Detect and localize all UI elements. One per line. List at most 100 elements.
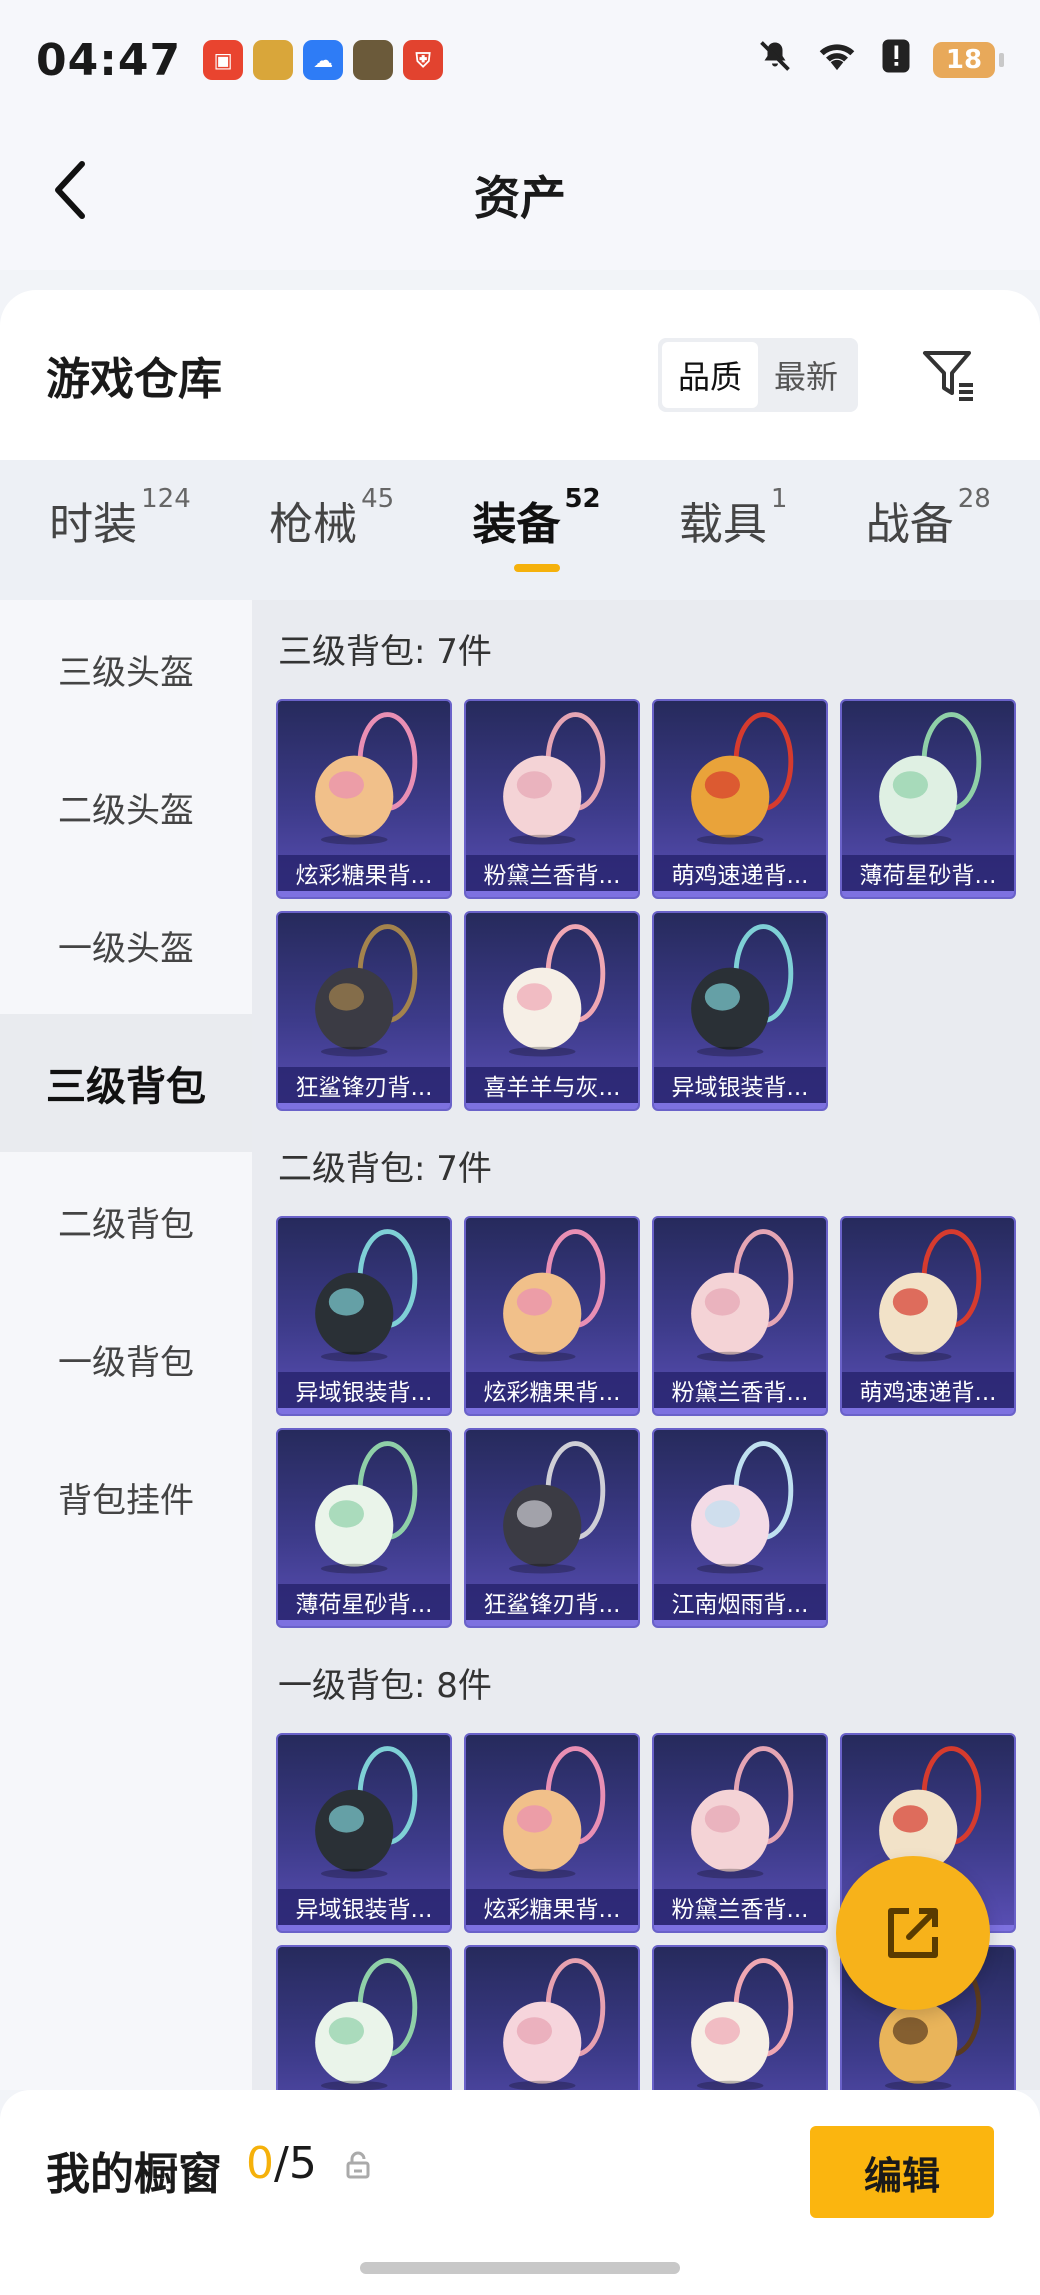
backpack-card[interactable]	[652, 1945, 828, 2090]
sort-by-newest-button[interactable]: 最新	[758, 342, 854, 408]
home-indicator[interactable]	[360, 2262, 680, 2274]
section-title: 一级背包: 8件	[278, 1666, 492, 1706]
sidebar-item-3[interactable]: 三级背包	[0, 1014, 252, 1152]
battery-indicator: 18	[933, 42, 1004, 78]
battery-level: 18	[933, 42, 995, 78]
share-button[interactable]	[836, 1856, 990, 2010]
nav-bar: 资产	[0, 120, 1040, 270]
sidebar-item-2[interactable]: 一级头盔	[0, 876, 252, 1014]
backpack-image	[691, 1746, 794, 1879]
tab-0[interactable]: 时装 124	[49, 484, 191, 572]
showcase-label: 我的橱窗	[46, 2149, 222, 2200]
tab-label: 枪械	[269, 499, 358, 550]
sidebar-item-1[interactable]: 二级头盔	[0, 738, 252, 876]
backpack-image	[503, 1958, 606, 2090]
page-title: 资产	[474, 171, 566, 225]
backpack-card[interactable]: 异域银装背...	[652, 911, 828, 1111]
filter-icon[interactable]	[914, 340, 984, 410]
backpack-image	[315, 1229, 418, 1362]
backpack-card[interactable]: 江南烟雨背...	[652, 1428, 828, 1628]
edit-button[interactable]: 编辑	[810, 2126, 994, 2218]
tab-1[interactable]: 枪械 45	[269, 484, 394, 572]
back-arrow-icon[interactable]	[40, 150, 100, 230]
tab-4[interactable]: 战备 28	[866, 484, 991, 572]
backpack-image	[503, 1746, 606, 1879]
item-name: 炫彩糖果背...	[466, 1889, 638, 1925]
backpack-image	[503, 1441, 606, 1574]
category-tabs: 时装 124 枪械 45 装备 52 载具 1 战备 28	[0, 460, 1040, 600]
item-name: 喜羊羊与灰...	[466, 1067, 638, 1103]
active-tab-indicator	[513, 564, 560, 572]
backpack-card[interactable]: 薄荷星砂背...	[276, 1428, 452, 1628]
backpack-card[interactable]	[464, 1945, 640, 2090]
backpack-card[interactable]: 萌鸡速递背...	[652, 699, 828, 899]
backpack-image	[879, 712, 982, 845]
item-name: 粉黛兰香背...	[654, 1889, 826, 1925]
backpack-card[interactable]: 粉黛兰香背...	[652, 1733, 828, 1933]
sidebar: 三级头盔 二级头盔 一级头盔 三级背包 二级背包 一级背包 背包挂件	[0, 600, 252, 2090]
item-name: 炫彩糖果背...	[278, 855, 450, 891]
showcase-count: 0/5	[246, 2138, 317, 2189]
item-grid: 异域银装背... 炫彩糖果背... 粉黛兰香背... 萌鸡速递背... 薄荷星砂背...…	[276, 1216, 1040, 1628]
alert-icon	[881, 38, 911, 83]
backpack-card[interactable]: 狂鲨锋刃背...	[464, 1428, 640, 1628]
backpack-card[interactable]: 炫彩糖果背...	[464, 1733, 640, 1933]
tab-2[interactable]: 装备 52	[472, 484, 601, 572]
item-name: 萌鸡速递背...	[654, 855, 826, 891]
backpack-card[interactable]: 狂鲨锋刃背...	[276, 911, 452, 1111]
backpack-image	[879, 1229, 982, 1362]
recorder-app-icon: ▣	[203, 40, 244, 80]
backpack-card[interactable]	[276, 1945, 452, 2090]
pubg-app-icon	[353, 40, 394, 80]
tab-label: 时装	[49, 499, 138, 550]
backpack-image	[503, 1229, 606, 1362]
backpack-image	[503, 924, 606, 1057]
backpack-card[interactable]: 喜羊羊与灰...	[464, 911, 640, 1111]
notification-app-icons: ▣ ☁ ⛨	[203, 40, 444, 80]
sidebar-item-4[interactable]: 二级背包	[0, 1152, 252, 1290]
backpack-card[interactable]: 炫彩糖果背...	[464, 1216, 640, 1416]
share-icon	[888, 1908, 938, 1958]
lock-icon	[345, 2150, 371, 2184]
backpack-card[interactable]: 异域银装背...	[276, 1216, 452, 1416]
sort-by-quality-button[interactable]: 品质	[661, 342, 758, 408]
game-app-icon	[253, 40, 294, 80]
item-name: 异域银装背...	[278, 1372, 450, 1408]
backpack-image	[315, 1441, 418, 1574]
system-icons: 18	[757, 38, 1004, 83]
backpack-image	[315, 1958, 418, 2090]
backpack-image	[691, 1441, 794, 1574]
backpack-image	[315, 924, 418, 1057]
security-app-icon: ⛨	[403, 40, 444, 80]
section-title: 二级背包: 7件	[278, 1149, 492, 1189]
item-name: 炫彩糖果背...	[466, 1372, 638, 1408]
backpack-card[interactable]: 萌鸡速递背...	[840, 1216, 1016, 1416]
backpack-image	[691, 1958, 794, 2090]
section-title: 三级背包: 7件	[278, 632, 492, 672]
backpack-image	[691, 1229, 794, 1362]
warehouse-title: 游戏仓库	[46, 354, 222, 405]
sidebar-item-0[interactable]: 三级头盔	[0, 600, 252, 738]
tab-label: 载具	[678, 499, 767, 550]
backpack-image	[691, 924, 794, 1057]
battery-tip	[999, 53, 1004, 67]
backpack-image	[315, 1746, 418, 1879]
backpack-card[interactable]: 异域银装背...	[276, 1733, 452, 1933]
backpack-card[interactable]: 粉黛兰香背...	[464, 699, 640, 899]
tab-count: 45	[361, 484, 395, 514]
sidebar-item-6[interactable]: 背包挂件	[0, 1428, 252, 1566]
tab-3[interactable]: 载具 1	[678, 484, 788, 572]
item-name: 粉黛兰香背...	[466, 855, 638, 891]
backpack-card[interactable]: 炫彩糖果背...	[276, 699, 452, 899]
item-grid: 炫彩糖果背... 粉黛兰香背... 萌鸡速递背... 薄荷星砂背... 狂鲨锋刃背...…	[276, 699, 1040, 1111]
status-bar: 04:47 ▣ ☁ ⛨ 18	[0, 0, 1040, 120]
backpack-image	[503, 712, 606, 845]
showcase-current: 0	[246, 2138, 274, 2189]
tab-label: 装备	[472, 499, 561, 550]
item-name: 异域银装背...	[654, 1067, 826, 1103]
backpack-card[interactable]: 薄荷星砂背...	[840, 699, 1016, 899]
backpack-image	[691, 712, 794, 845]
backpack-card[interactable]: 粉黛兰香背...	[652, 1216, 828, 1416]
sidebar-item-5[interactable]: 一级背包	[0, 1290, 252, 1428]
weather-app-icon: ☁	[303, 40, 344, 80]
